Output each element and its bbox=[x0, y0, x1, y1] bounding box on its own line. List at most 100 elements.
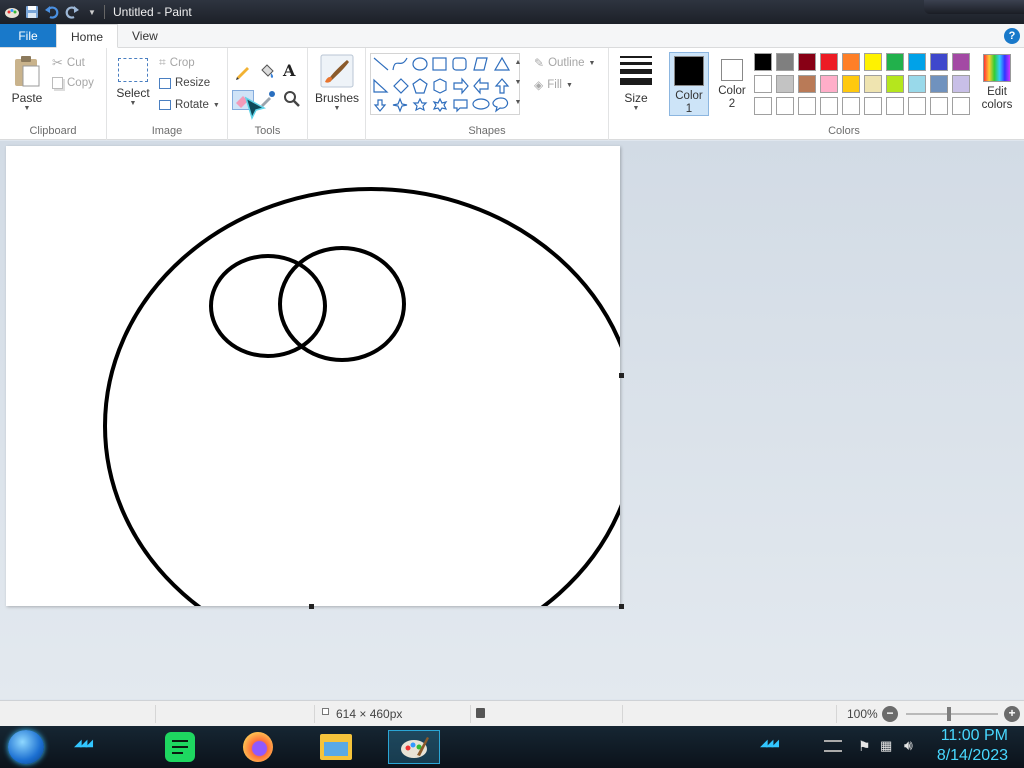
palette-swatch[interactable] bbox=[842, 97, 860, 115]
redo-icon[interactable] bbox=[62, 2, 82, 22]
color1-label: Color 1 bbox=[675, 90, 703, 115]
palette-swatch[interactable] bbox=[820, 53, 838, 71]
palette-swatch[interactable] bbox=[776, 75, 794, 93]
fill-label: Fill bbox=[547, 79, 562, 91]
window-title: Untitled - Paint bbox=[113, 5, 192, 19]
palette-swatch[interactable] bbox=[908, 75, 926, 93]
edit-colors-label: Edit colors bbox=[981, 86, 1013, 111]
palette-swatch[interactable] bbox=[952, 97, 970, 115]
resize-icon bbox=[159, 77, 171, 89]
palette-swatch[interactable] bbox=[864, 53, 882, 71]
text-tool-icon[interactable]: A bbox=[283, 61, 295, 80]
file-size-icon bbox=[476, 708, 485, 718]
copy-icon bbox=[52, 77, 63, 89]
zoom-slider-thumb[interactable] bbox=[947, 707, 951, 721]
palette-swatch[interactable] bbox=[886, 75, 904, 93]
palette-swatch[interactable] bbox=[798, 97, 816, 115]
palette-swatch[interactable] bbox=[754, 53, 772, 71]
copy-button[interactable]: Copy bbox=[52, 77, 94, 89]
brushes-button[interactable]: Brushes ▼ bbox=[314, 54, 360, 112]
crop-button[interactable]: ⌗ Crop bbox=[159, 55, 195, 70]
select-button[interactable]: Select ▼ bbox=[113, 54, 153, 107]
fill-bucket-icon[interactable] bbox=[258, 62, 276, 83]
paste-button[interactable]: Paste ▼ bbox=[8, 54, 46, 112]
resize-handle-bottom[interactable] bbox=[309, 604, 314, 609]
size-button[interactable]: Size ▼ bbox=[617, 54, 655, 112]
palette-swatch[interactable] bbox=[952, 53, 970, 71]
color2-button[interactable]: Color 2 bbox=[712, 52, 752, 116]
volume-icon[interactable]: 🔊︎ bbox=[904, 737, 913, 754]
palette-swatch[interactable] bbox=[754, 97, 772, 115]
palette-swatch[interactable] bbox=[864, 97, 882, 115]
palette-swatch[interactable] bbox=[952, 75, 970, 93]
taskbar-file-explorer-icon[interactable] bbox=[316, 730, 356, 764]
fill-button[interactable]: ◈ Fill ▼ bbox=[534, 78, 573, 92]
palette-swatch[interactable] bbox=[776, 97, 794, 115]
rotate-button[interactable]: Rotate ▼ bbox=[159, 99, 220, 111]
palette-swatch[interactable] bbox=[798, 75, 816, 93]
clock-time: 11:00 PM bbox=[940, 727, 1008, 744]
palette-swatch[interactable] bbox=[754, 75, 772, 93]
status-bar: 614 × 460px 100% − + bbox=[0, 700, 1024, 726]
zoom-slider[interactable] bbox=[906, 713, 998, 715]
shapes-gallery-icons bbox=[373, 56, 511, 113]
resize-handle-corner[interactable] bbox=[619, 604, 624, 609]
undo-icon[interactable] bbox=[42, 2, 62, 22]
pencil-icon[interactable] bbox=[234, 62, 252, 83]
cut-label: Cut bbox=[66, 57, 85, 69]
palette-swatch[interactable] bbox=[908, 97, 926, 115]
shapes-scroll[interactable]: ▲ ▼ ▼ bbox=[512, 53, 524, 115]
shapes-gallery[interactable] bbox=[370, 53, 520, 115]
palette-swatch[interactable] bbox=[820, 75, 838, 93]
magnifier-icon[interactable] bbox=[283, 90, 301, 111]
palette-swatch[interactable] bbox=[842, 53, 860, 71]
color1-button[interactable]: Color 1 bbox=[669, 52, 709, 116]
system-clock[interactable]: 11:00 PM 8/14/2023 bbox=[937, 726, 1008, 766]
small-circle-right-drawing bbox=[278, 246, 406, 362]
action-center-flag-icon[interactable]: ⚑ bbox=[858, 738, 871, 755]
window-controls[interactable] bbox=[924, 0, 1024, 14]
taskbar-firefox-icon[interactable] bbox=[238, 730, 278, 764]
crop-icon: ⌗ bbox=[159, 55, 166, 69]
outline-label: Outline bbox=[548, 57, 585, 69]
customize-toolbar-icon[interactable]: ▼ bbox=[82, 2, 102, 22]
start-button[interactable] bbox=[8, 730, 44, 764]
drawing-canvas[interactable] bbox=[6, 146, 620, 606]
palette-swatch[interactable] bbox=[930, 75, 948, 93]
palette-swatch[interactable] bbox=[842, 75, 860, 93]
palette-swatch[interactable] bbox=[776, 53, 794, 71]
save-icon[interactable] bbox=[22, 2, 42, 22]
small-circle-left-drawing bbox=[209, 254, 327, 358]
outline-button[interactable]: ✎ Outline ▼ bbox=[534, 56, 595, 70]
palette-swatch[interactable] bbox=[864, 75, 882, 93]
rotate-label: Rotate bbox=[175, 99, 209, 111]
help-icon[interactable]: ? bbox=[1004, 28, 1020, 44]
taskbar-spotify-icon[interactable] bbox=[160, 730, 200, 764]
tab-file[interactable]: File bbox=[0, 24, 56, 47]
rotate-icon bbox=[159, 100, 171, 110]
taskbar-decoration-right: ◢◢◢ bbox=[760, 738, 779, 749]
resize-handle-right[interactable] bbox=[619, 373, 624, 378]
show-hidden-icons[interactable] bbox=[824, 740, 842, 752]
edit-colors-button[interactable]: Edit colors bbox=[976, 54, 1018, 112]
palette-swatch[interactable] bbox=[930, 97, 948, 115]
paint-app-icon[interactable] bbox=[2, 2, 22, 22]
zoom-in-button[interactable]: + bbox=[1004, 706, 1020, 722]
canvas-size-icon bbox=[322, 708, 329, 715]
palette-swatch[interactable] bbox=[820, 97, 838, 115]
crop-label: Crop bbox=[169, 56, 195, 69]
brushes-label: Brushes bbox=[314, 91, 360, 105]
palette-swatch[interactable] bbox=[886, 97, 904, 115]
tab-view[interactable]: View bbox=[118, 24, 172, 47]
tab-home[interactable]: Home bbox=[56, 24, 119, 48]
cut-button[interactable]: ✂ Cut bbox=[52, 55, 85, 71]
palette-swatch[interactable] bbox=[798, 53, 816, 71]
zoom-out-button[interactable]: − bbox=[882, 706, 898, 722]
resize-button[interactable]: Resize bbox=[159, 77, 210, 89]
palette-swatch[interactable] bbox=[886, 53, 904, 71]
color1-swatch bbox=[674, 56, 704, 86]
palette-swatch[interactable] bbox=[930, 53, 948, 71]
network-icon[interactable]: ▦ bbox=[880, 738, 892, 754]
palette-swatch[interactable] bbox=[908, 53, 926, 71]
taskbar-paint-icon[interactable] bbox=[388, 730, 440, 764]
